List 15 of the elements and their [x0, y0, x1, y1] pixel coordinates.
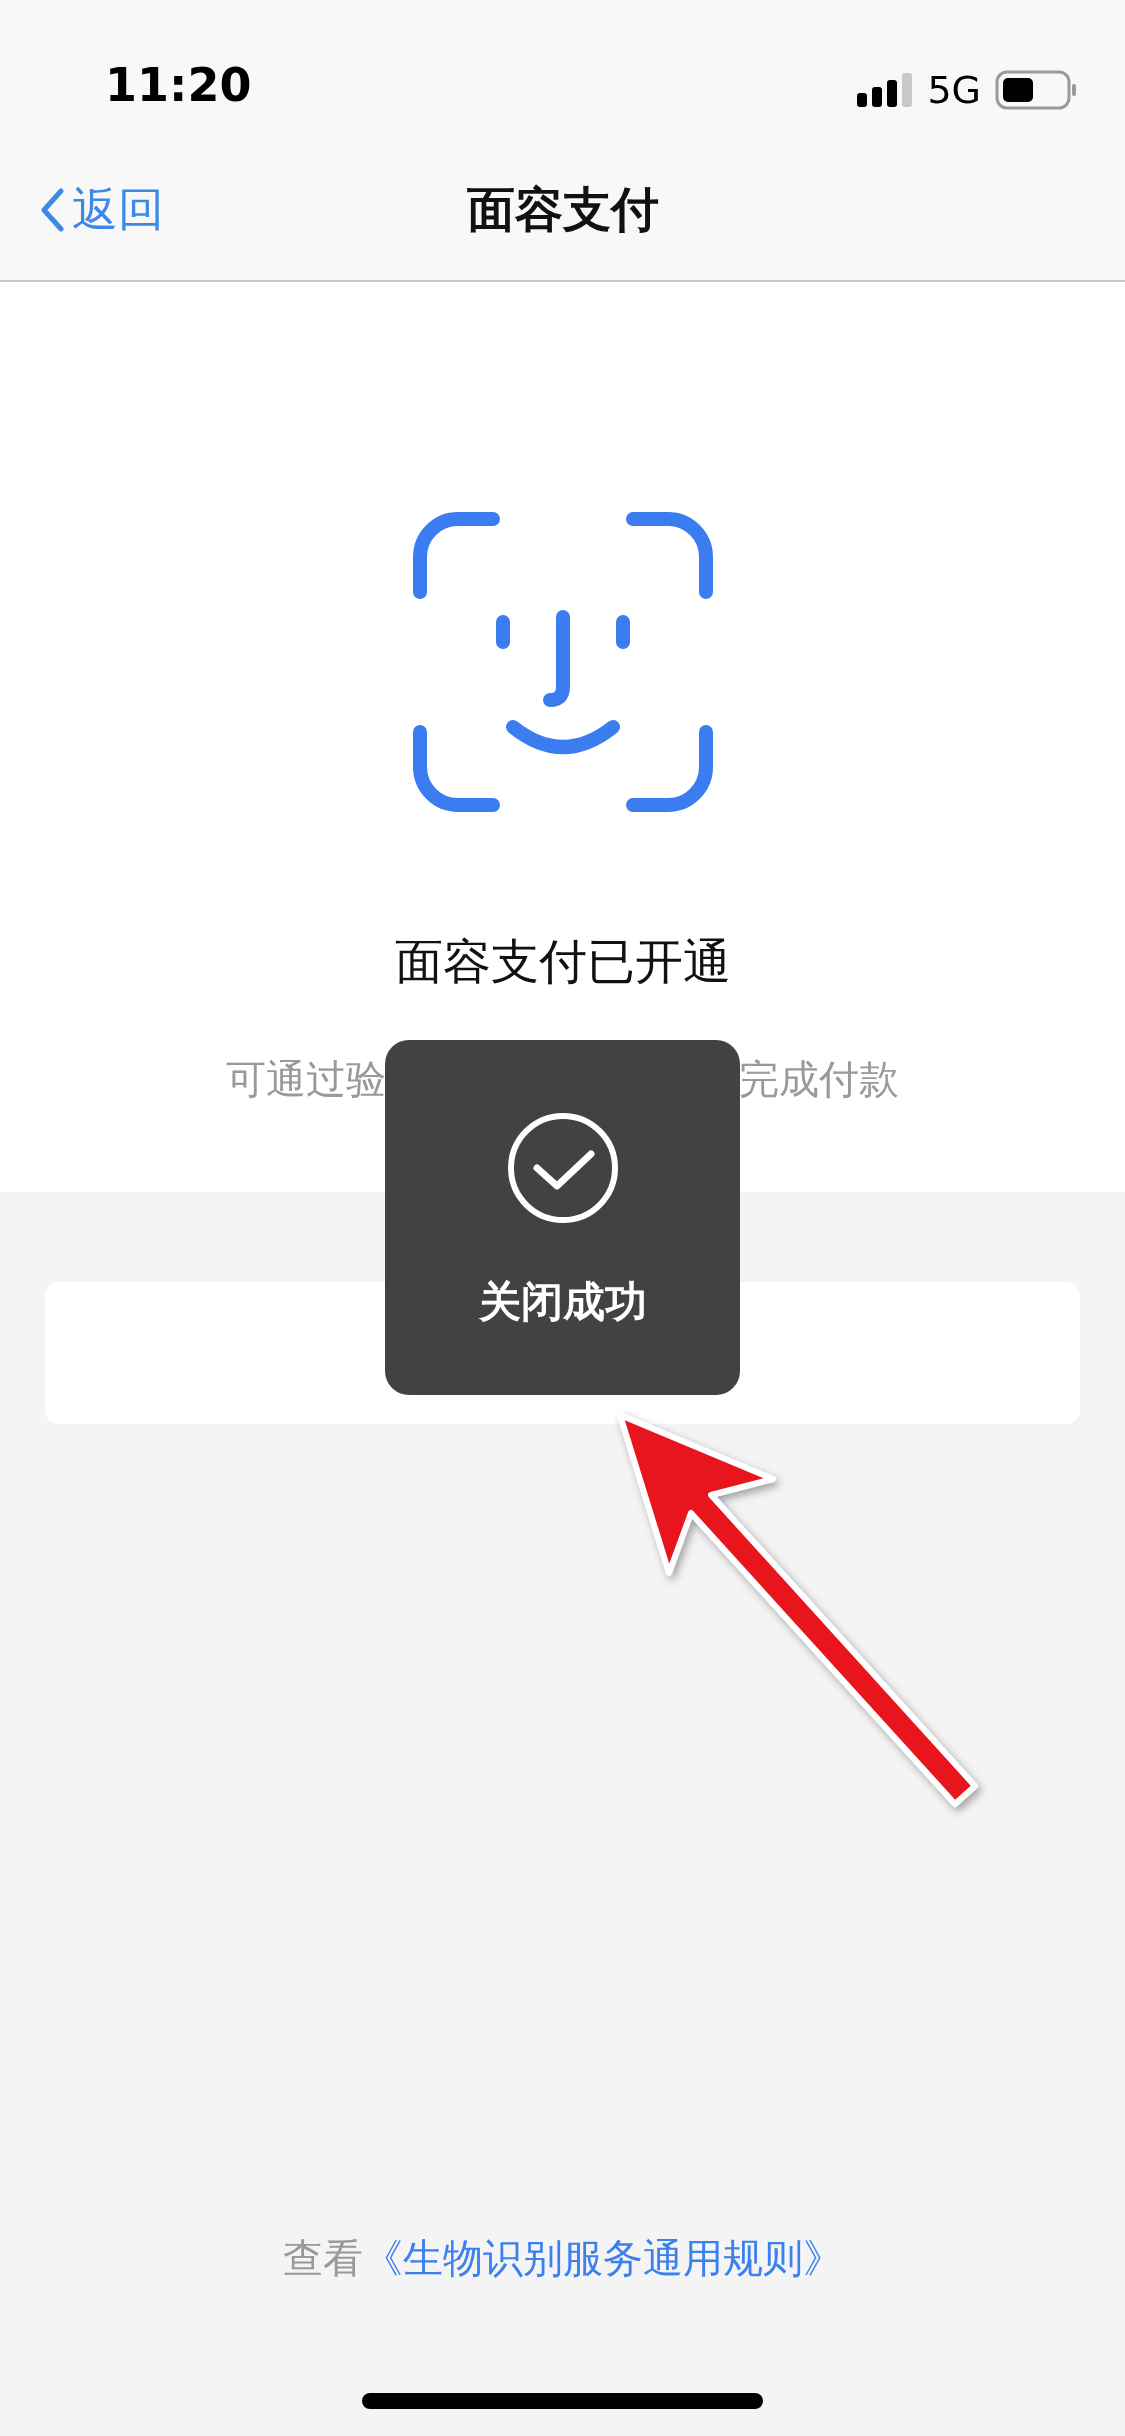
status-heading: 面容支付已开通 [394, 932, 731, 991]
face-id-icon [412, 512, 713, 812]
page-title: 面容支付 [466, 180, 659, 239]
check-circle-icon [506, 1112, 619, 1224]
toast-message: 关闭成功 [478, 1276, 647, 1328]
network-type: 5G [927, 68, 981, 112]
footer-text: 查看 [282, 2235, 363, 2281]
status-time: 11:20 [105, 58, 252, 112]
status-description: 完成付款 [739, 1055, 899, 1104]
status-description: 可通过验 [226, 1055, 386, 1104]
battery-icon [995, 70, 1077, 110]
chevron-left-icon [40, 188, 64, 232]
back-button[interactable]: 返回 [40, 179, 164, 241]
signal-icon [857, 73, 914, 107]
rules-link[interactable]: 《生物识别服务通用规则》 [362, 2235, 843, 2281]
